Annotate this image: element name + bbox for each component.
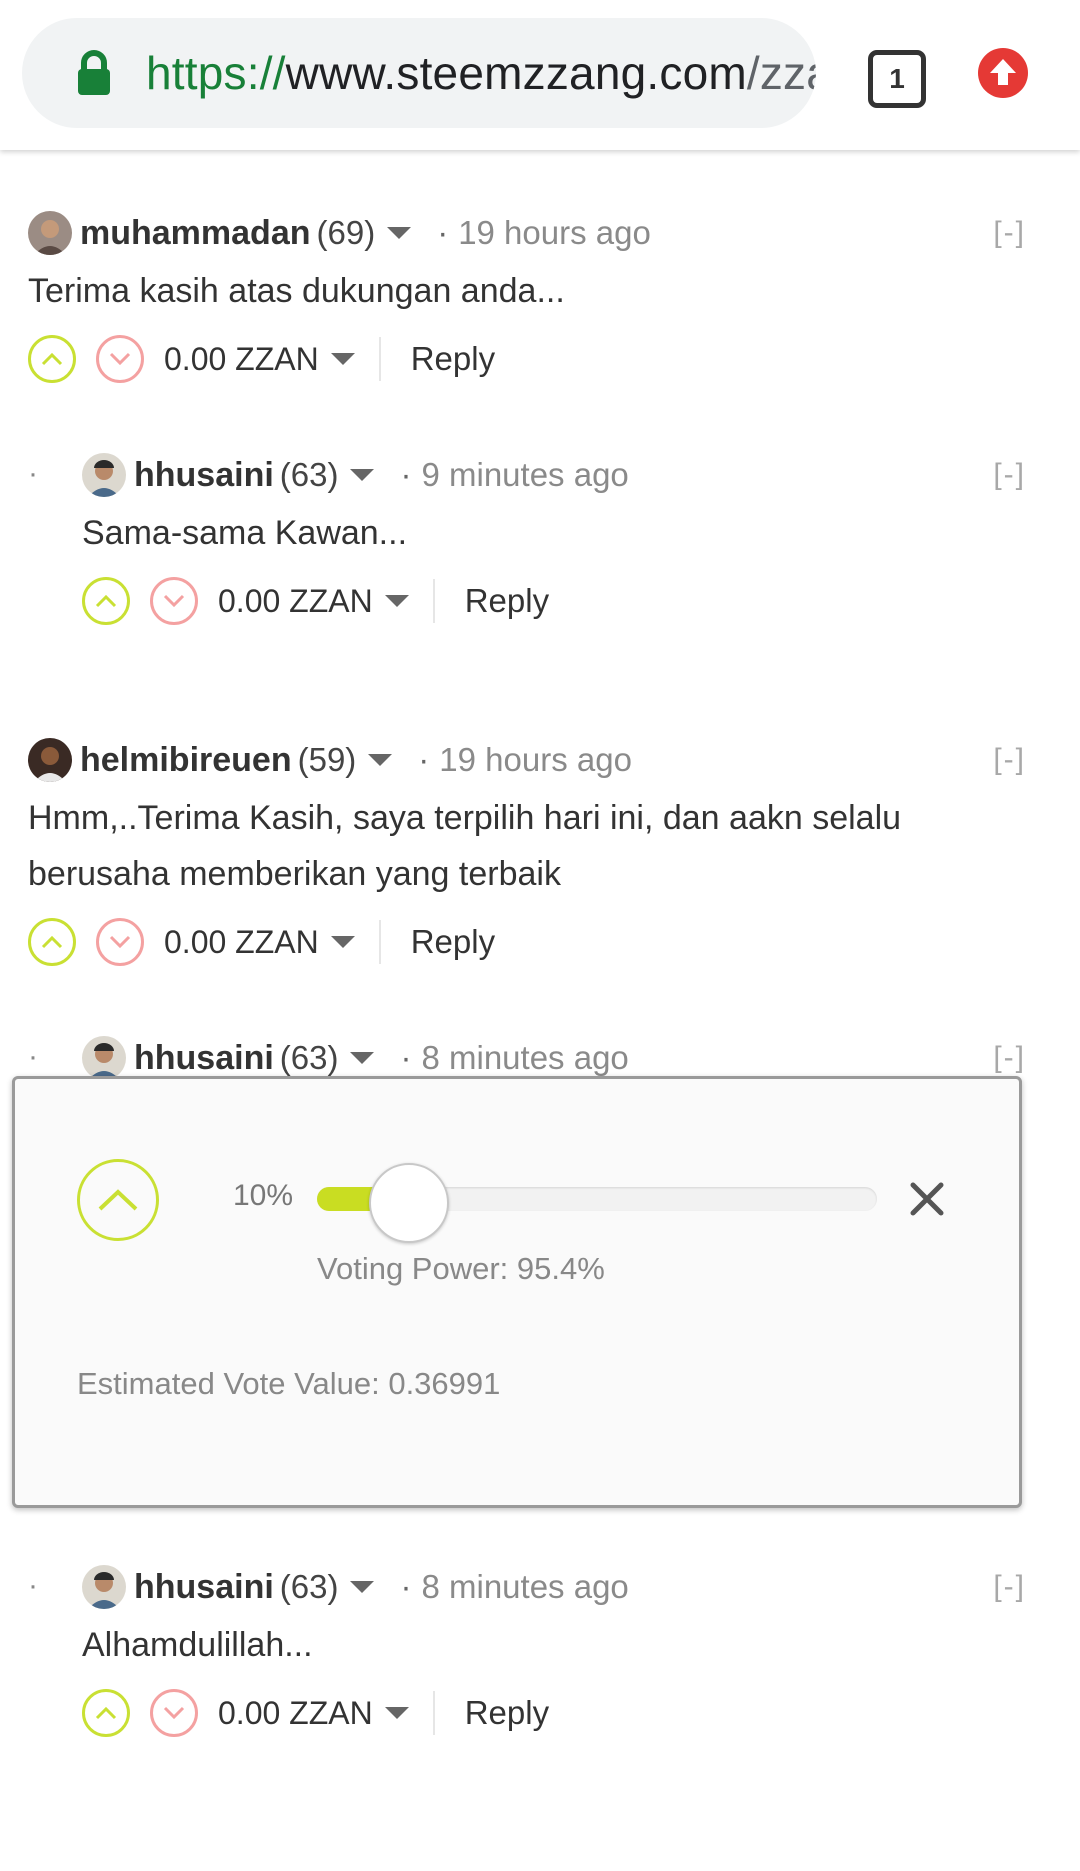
comment-actions: 0.00 ZZAN Reply (82, 1683, 549, 1743)
update-icon[interactable] (978, 48, 1028, 98)
reputation: (59) (297, 741, 357, 778)
upvote-confirm-button[interactable] (77, 1159, 159, 1241)
chevron-down-icon[interactable] (368, 754, 393, 766)
reputation: (63) (279, 1039, 339, 1076)
collapse-toggle[interactable]: [-] (993, 730, 1026, 790)
payout-value[interactable]: 0.00 ZZAN (164, 924, 319, 961)
close-icon[interactable] (905, 1177, 949, 1221)
author-name[interactable]: hhusaini (134, 1039, 274, 1078)
url-text[interactable]: https://www.steemzzang.com/zza (146, 46, 816, 100)
chevron-down-icon[interactable] (330, 353, 355, 365)
timestamp[interactable]: 9 minutes ago (400, 456, 628, 494)
url-path: /zza (746, 47, 816, 99)
estimated-vote-value: Estimated Vote Value: 0.36991 (77, 1366, 501, 1401)
comment-body: Hmm,..Terima Kasih, saya terpilih hari i… (28, 799, 902, 837)
reputation: (69) (316, 214, 376, 251)
chevron-down-icon[interactable] (350, 1052, 375, 1064)
browser-toolbar: https://www.steemzzang.com/zza 1 (0, 0, 1080, 150)
comment-body: Alhamdulillah... (82, 1626, 313, 1664)
comment-header: helmibireuen (59) 19 hours ago (28, 730, 632, 790)
thread-dot: · (28, 1040, 38, 1073)
slider-handle[interactable] (369, 1163, 450, 1243)
voting-power: Voting Power: 95.4% (317, 1251, 605, 1286)
reply-button[interactable]: Reply (465, 1694, 549, 1732)
address-bar[interactable]: https://www.steemzzang.com/zza (22, 18, 816, 128)
author-name[interactable]: hhusaini (134, 1568, 274, 1607)
collapse-toggle[interactable]: [-] (993, 203, 1026, 263)
collapse-toggle[interactable]: [-] (993, 1557, 1026, 1617)
collapse-toggle[interactable]: [-] (993, 445, 1026, 505)
reputation: (63) (279, 1568, 339, 1605)
upvote-icon[interactable] (82, 1689, 130, 1737)
upvote-icon[interactable] (28, 918, 76, 966)
divider (432, 1691, 435, 1735)
reputation: (63) (279, 456, 339, 493)
timestamp[interactable]: 19 hours ago (437, 214, 651, 252)
avatar[interactable] (82, 453, 126, 497)
divider (378, 337, 381, 381)
chevron-down-icon[interactable] (350, 1581, 375, 1593)
payout-value[interactable]: 0.00 ZZAN (218, 1695, 373, 1732)
thread-dot: · (28, 457, 38, 490)
payout-value[interactable]: 0.00 ZZAN (164, 341, 319, 378)
chevron-down-icon[interactable] (384, 1707, 409, 1719)
downvote-icon[interactable] (150, 1689, 198, 1737)
tab-switcher-button[interactable]: 1 (868, 50, 926, 108)
payout-value[interactable]: 0.00 ZZAN (218, 583, 373, 620)
avatar[interactable] (28, 738, 72, 782)
avatar[interactable] (82, 1036, 126, 1080)
comment-body: Sama-sama Kawan... (82, 514, 408, 552)
reply-button[interactable]: Reply (411, 340, 495, 378)
upvote-icon[interactable] (82, 577, 130, 625)
comment-header: hhusaini (63) 9 minutes ago (82, 445, 629, 505)
comment-header: hhusaini (63) 8 minutes ago (82, 1557, 629, 1617)
url-host: www.steemzzang.com (285, 47, 747, 99)
author-name[interactable]: hhusaini (134, 456, 274, 495)
downvote-icon[interactable] (96, 335, 144, 383)
vote-weight-popup: 10% Voting Power: 95.4% Estimated Vote V… (12, 1076, 1022, 1508)
divider (378, 920, 381, 964)
thread-dot: · (28, 1569, 38, 1602)
url-scheme: https:// (146, 47, 286, 99)
reply-button[interactable]: Reply (465, 582, 549, 620)
downvote-icon[interactable] (150, 577, 198, 625)
comment-body: berusaha memberikan yang terbaik (28, 855, 561, 893)
author-name[interactable]: helmibireuen (80, 741, 292, 780)
chevron-down-icon[interactable] (330, 936, 355, 948)
comment-actions: 0.00 ZZAN Reply (28, 329, 495, 389)
vote-weight-percent: 10% (233, 1179, 294, 1212)
upvote-icon[interactable] (28, 335, 76, 383)
timestamp[interactable]: 19 hours ago (418, 741, 632, 779)
downvote-icon[interactable] (96, 918, 144, 966)
tab-count: 1 (889, 63, 905, 94)
comment-actions: 0.00 ZZAN Reply (82, 571, 549, 631)
chevron-down-icon[interactable] (387, 227, 412, 239)
divider (432, 579, 435, 623)
reply-button[interactable]: Reply (411, 923, 495, 961)
timestamp[interactable]: 8 minutes ago (400, 1039, 628, 1077)
author-name[interactable]: muhammadan (80, 214, 311, 253)
chevron-down-icon[interactable] (384, 595, 409, 607)
avatar[interactable] (82, 1565, 126, 1609)
timestamp[interactable]: 8 minutes ago (400, 1568, 628, 1606)
lock-icon (64, 43, 124, 103)
comment-actions: 0.00 ZZAN Reply (28, 912, 495, 972)
chevron-down-icon[interactable] (350, 469, 375, 481)
comment-body: Terima kasih atas dukungan anda... (28, 272, 565, 310)
avatar[interactable] (28, 211, 72, 255)
comment-header: muhammadan (69) 19 hours ago (28, 203, 651, 263)
